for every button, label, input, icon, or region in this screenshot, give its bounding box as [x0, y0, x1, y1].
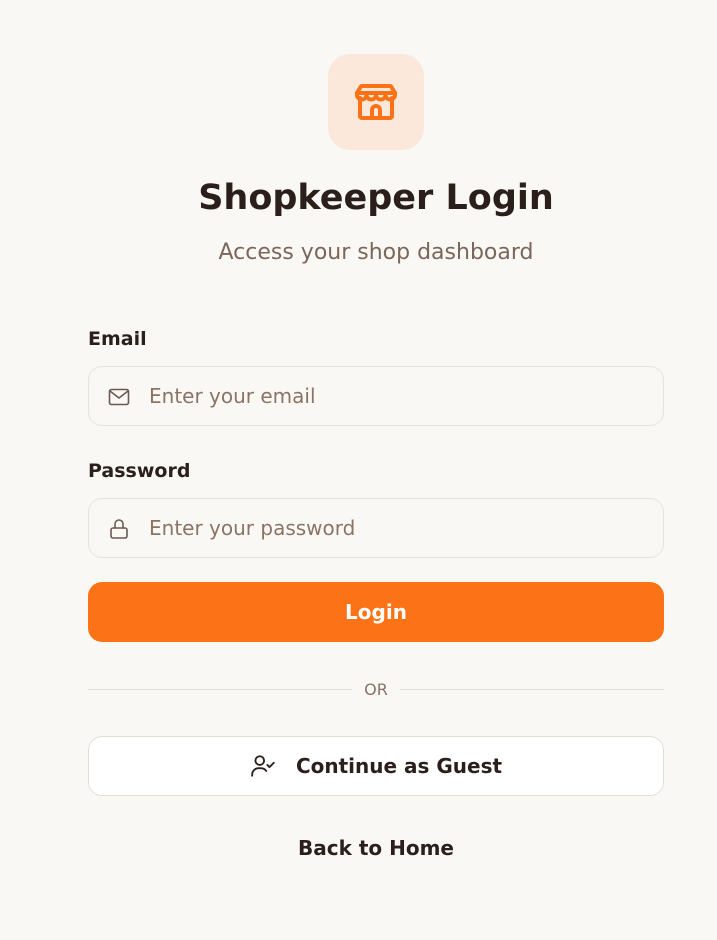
divider-line-left — [88, 688, 352, 690]
logo-tile — [328, 54, 424, 150]
divider-line-right — [400, 688, 664, 690]
user-check-icon — [251, 755, 275, 777]
or-divider: OR — [88, 678, 664, 700]
lock-icon — [110, 519, 128, 539]
password-field-wrapper — [88, 498, 664, 558]
page-title: Shopkeeper Login — [198, 178, 554, 218]
continue-as-guest-button[interactable]: Continue as Guest — [88, 736, 664, 796]
email-input[interactable] — [89, 367, 663, 425]
store-icon — [355, 84, 397, 120]
page-subtitle: Access your shop dashboard — [218, 240, 534, 265]
guest-button-label: Continue as Guest — [295, 754, 503, 778]
divider-label: OR — [364, 679, 388, 699]
password-input[interactable] — [89, 499, 663, 557]
email-label: Email — [88, 328, 147, 350]
login-page: Shopkeeper Login Access your shop dashbo… — [0, 0, 717, 940]
password-label: Password — [88, 460, 191, 482]
mail-icon — [108, 388, 130, 406]
back-to-home-link[interactable]: Back to Home — [88, 836, 664, 860]
login-form: Email Password Login OR — [88, 326, 664, 860]
email-field-wrapper — [88, 366, 664, 426]
login-button[interactable]: Login — [88, 582, 664, 642]
